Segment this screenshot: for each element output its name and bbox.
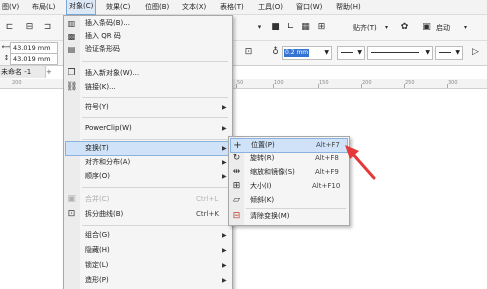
app-window: 图(V) 布局(L) 对象(C) 效果(C) 位图(B) 文本(X) 表格(T)… — [0, 0, 487, 289]
annotation-arrow — [345, 145, 376, 180]
annotation-arrow-shaft — [350, 151, 376, 180]
